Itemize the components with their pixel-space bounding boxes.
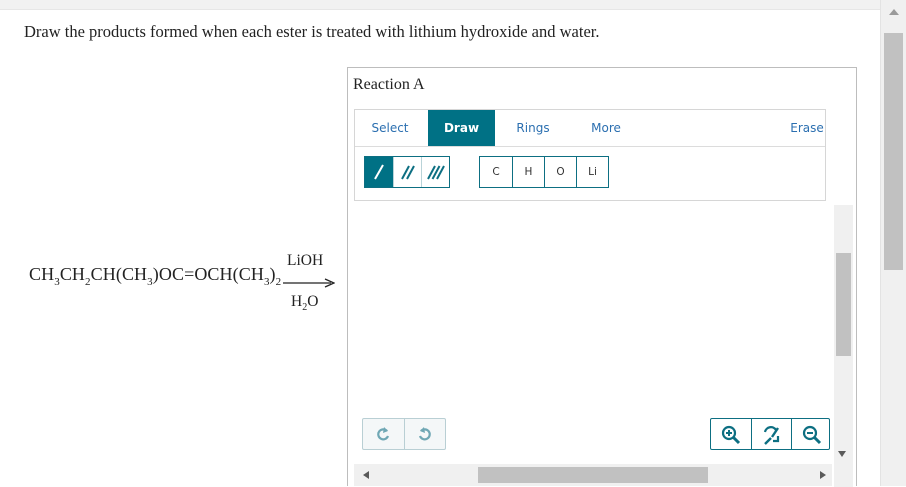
reactant-formula: CH3CH2CH(CH3)OC=OCH(CH3)2 [29,264,282,288]
zoom-in-button[interactable] [711,419,751,449]
atom-li-button[interactable]: Li [576,157,608,187]
scroll-left-arrow-icon[interactable] [363,471,369,479]
reaction-arrow [283,278,335,288]
scroll-down-arrow-icon[interactable] [838,451,846,457]
top-divider [0,0,880,10]
single-bond-icon [374,164,384,180]
canvas-vertical-thumb[interactable] [836,253,851,356]
zoom-controls [710,418,830,450]
question-text: Draw the products formed when each ester… [24,22,600,41]
panel-title: Reaction A [353,76,425,93]
history-controls [362,418,446,450]
canvas-horizontal-thumb[interactable] [478,467,708,483]
canvas-horizontal-scrollbar[interactable] [354,464,832,486]
reagent-water: H2O [291,293,319,313]
atom-h-button[interactable]: H [512,157,544,187]
single-bond-button[interactable] [365,157,393,187]
zoom-out-icon [802,425,822,445]
double-bond-icon [401,165,415,180]
undo-icon [377,427,390,441]
atom-tools: C H O Li [479,156,609,188]
toolbar-tabs: Select Draw Rings More Erase [355,110,825,147]
triple-bond-icon [427,165,445,180]
undo-button[interactable] [363,419,404,449]
scroll-right-arrow-icon[interactable] [820,471,826,479]
zoom-reset-button[interactable] [751,419,791,449]
page-scrollbar[interactable] [880,0,906,486]
double-bond-button[interactable] [393,157,421,187]
zoom-reset-icon [763,426,780,445]
tab-rings[interactable]: Rings [505,110,561,146]
atom-c-button[interactable]: C [480,157,512,187]
atom-o-button[interactable]: O [544,157,576,187]
redo-button[interactable] [404,419,445,449]
tab-more[interactable]: More [577,110,635,146]
bond-tools [364,156,450,188]
scroll-up-arrow-icon[interactable] [889,9,899,15]
triple-bond-button[interactable] [421,157,449,187]
reagent-lioh: LiOH [287,252,324,269]
tab-draw[interactable]: Draw [428,110,495,146]
canvas-vertical-scrollbar[interactable] [834,205,853,487]
erase-button[interactable]: Erase [787,110,827,146]
tab-select[interactable]: Select [361,110,419,146]
drawing-toolbar: Select Draw Rings More Erase C H O Li [354,109,826,201]
zoom-out-button[interactable] [791,419,831,449]
reaction-panel: Reaction A Select Draw Rings More Erase [347,67,857,487]
redo-icon [418,427,431,441]
zoom-in-icon [721,425,741,445]
page-scroll-thumb[interactable] [884,33,903,270]
